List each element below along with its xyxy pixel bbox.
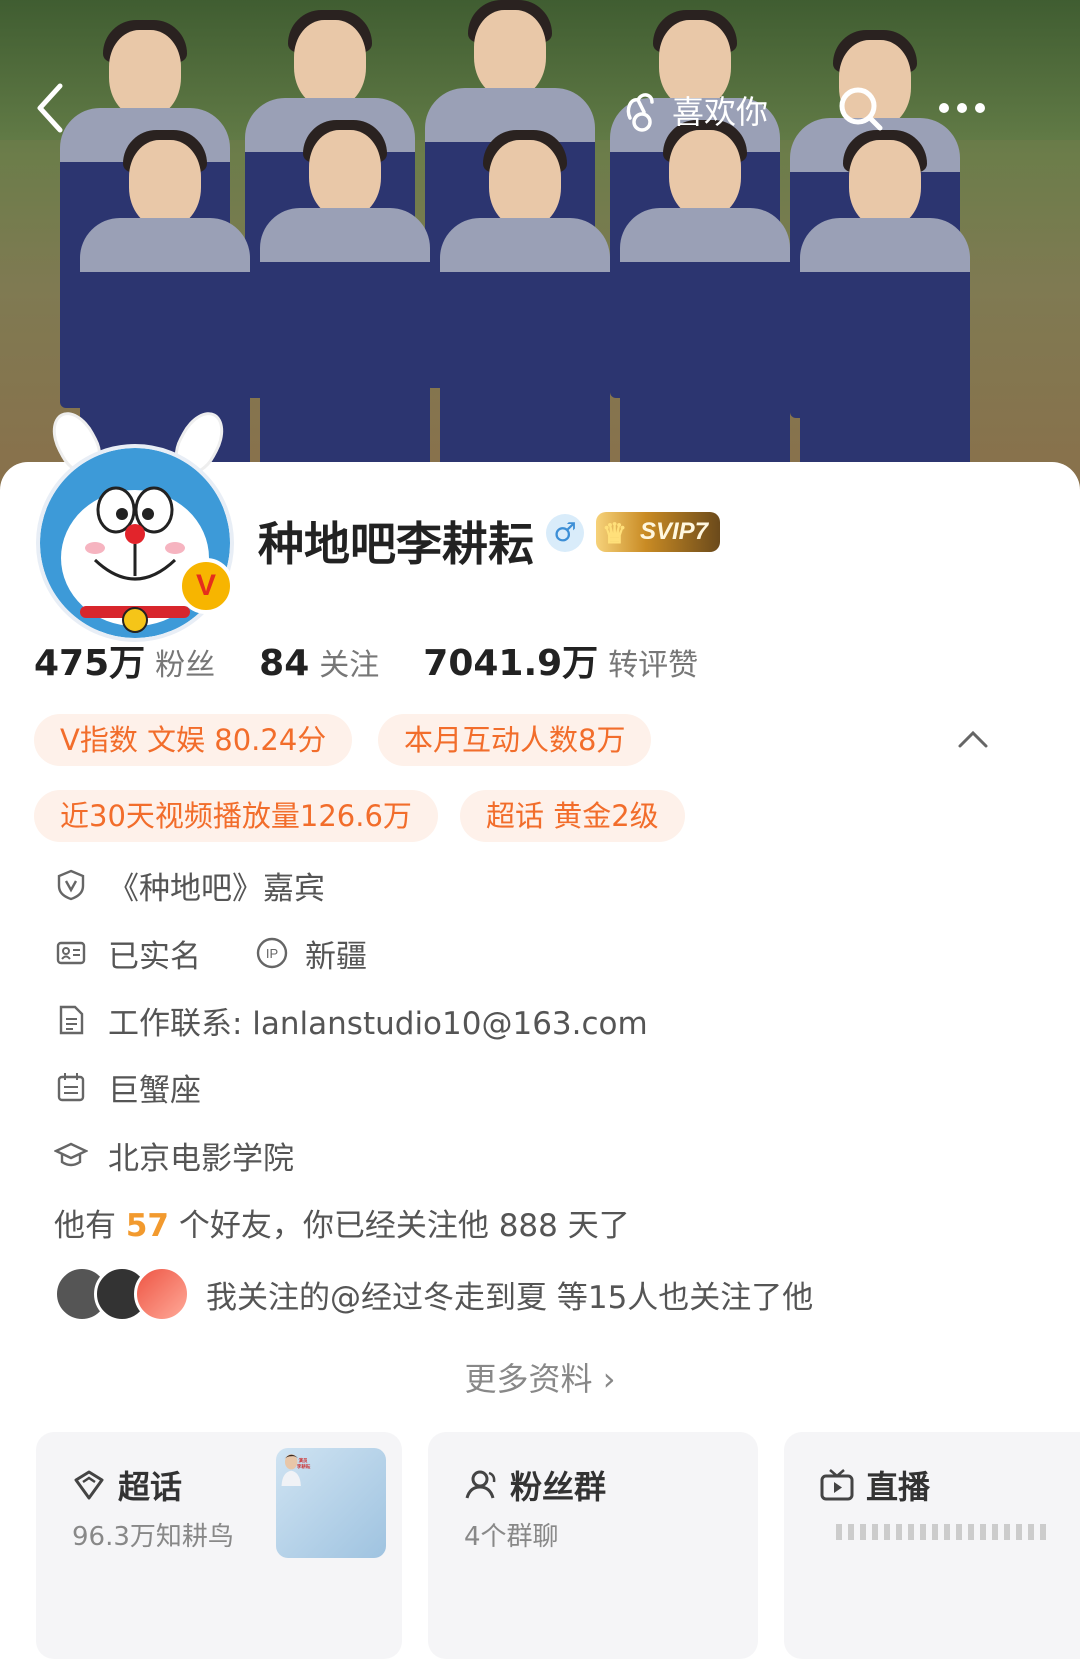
cover-person — [260, 120, 430, 510]
following-stat[interactable]: 84 关注 — [259, 640, 379, 684]
male-gender-icon: ♂ — [546, 514, 584, 552]
following-label: 关注 — [319, 648, 380, 683]
crown-icon: ♛ — [602, 518, 628, 549]
video-plays-tag[interactable]: 近30天视频播放量126.6万 — [34, 790, 438, 842]
chevron-left-icon — [37, 83, 63, 133]
guest-text: 《种地吧》嘉宾 — [108, 870, 325, 907]
chevron-right-icon: › — [602, 1360, 616, 1398]
graduation-cap-icon — [52, 1136, 90, 1174]
zodiac-row: 巨蟹座 — [52, 1062, 201, 1112]
group-icon — [465, 1470, 496, 1499]
school-row: 北京电影学院 — [52, 1130, 294, 1180]
svip-badge[interactable]: ♛ SVIP7 — [596, 512, 721, 552]
search-icon — [839, 87, 883, 131]
friends-prefix: 他有 — [54, 1208, 116, 1244]
super-topic-title: 超话 — [118, 1468, 183, 1506]
real-name-text: 已实名 — [108, 938, 201, 975]
zodiac-text: 巨蟹座 — [108, 1072, 201, 1109]
ip-icon: IP — [253, 934, 291, 972]
more-button[interactable] — [932, 78, 992, 155]
feature-cards: 超话 96.3万知耕鸟 演员 李耕耘 粉丝群 4个群聊 直播 — [0, 1432, 1080, 1659]
followers-count: 475万 — [34, 643, 146, 684]
verified-badge: V — [178, 558, 234, 614]
ip-location-text: 新疆 — [305, 938, 367, 975]
more-info-button[interactable]: 更多资料 › — [0, 1354, 1080, 1400]
more-icon — [939, 103, 985, 113]
collapse-button[interactable] — [956, 722, 990, 765]
followers-stat[interactable]: 475万 粉丝 — [34, 634, 215, 686]
like-label: 喜欢你 — [672, 93, 769, 131]
like-button[interactable]: 喜欢你 — [622, 80, 768, 140]
stats-row: 475万 粉丝 84 关注 7041.9万 转评赞 — [34, 634, 742, 686]
search-button[interactable] — [836, 78, 886, 155]
super-topic-icon — [74, 1470, 104, 1500]
engagement-count: 7041.9万 — [423, 643, 599, 684]
fan-group-title: 粉丝群 — [510, 1468, 607, 1506]
mutual-followers[interactable]: 我关注的@经过冬走到夏 等15人也关注了他 — [54, 1266, 813, 1322]
mutual-text: 我关注的@经过冬走到夏 等15人也关注了他 — [206, 1279, 814, 1316]
live-waveform — [836, 1524, 1046, 1540]
back-button[interactable] — [30, 78, 70, 155]
chevron-up-icon — [958, 730, 988, 748]
svip-label: SVIP7 — [640, 518, 709, 545]
ip-location: IP 新疆 — [253, 931, 367, 976]
super-topic-tag[interactable]: 超话 黄金2级 — [460, 790, 685, 842]
guest-info-row: 《种地吧》嘉宾 — [52, 860, 325, 910]
following-count: 84 — [259, 643, 310, 684]
super-topic-sub: 96.3万知耕鸟 — [72, 1522, 234, 1552]
hand-heart-icon — [626, 93, 654, 132]
interaction-tag[interactable]: 本月互动人数8万 — [378, 714, 652, 766]
live-card[interactable]: 直播 — [784, 1432, 1080, 1659]
identity-row: 已实名 IP 新疆 — [52, 928, 367, 978]
shield-v-icon — [52, 866, 90, 904]
school-text[interactable]: 北京电影学院 — [108, 1133, 294, 1178]
v-index-tag[interactable]: V指数 文娱 80.24分 — [34, 714, 353, 766]
mutual-avatar — [134, 1266, 190, 1322]
profile-name: 种地吧李耕耘 — [258, 517, 534, 571]
super-topic-thumbnail: 演员 李耕耘 — [276, 1448, 386, 1558]
more-info-label: 更多资料 — [464, 1360, 593, 1398]
svg-text:李耕耘: 李耕耘 — [296, 1463, 311, 1470]
id-card-icon — [52, 934, 90, 972]
svg-text:演员: 演员 — [298, 1457, 307, 1464]
super-topic-card[interactable]: 超话 96.3万知耕鸟 演员 李耕耘 — [36, 1432, 402, 1659]
friends-summary[interactable]: 他有 57 个好友，你已经关注他 888 天了 — [54, 1200, 630, 1245]
friends-suffix: 个好友，你已经关注他 888 天了 — [178, 1208, 630, 1244]
followers-label: 粉丝 — [155, 648, 216, 683]
contact-text[interactable]: 工作联系: lanlanstudio10@163.com — [108, 998, 648, 1043]
mutual-avatars — [54, 1266, 190, 1322]
friends-count: 57 — [125, 1208, 169, 1244]
fan-group-card[interactable]: 粉丝群 4个群聊 — [428, 1432, 758, 1659]
contact-row: 工作联系: lanlanstudio10@163.com — [52, 995, 648, 1045]
engagement-stat[interactable]: 7041.9万 转评赞 — [423, 634, 698, 686]
fan-group-sub: 4个群聊 — [464, 1522, 559, 1552]
engagement-label: 转评赞 — [608, 648, 699, 683]
svg-text:IP: IP — [266, 946, 278, 961]
document-icon — [52, 1001, 90, 1039]
cover-person — [620, 120, 790, 510]
calendar-icon — [52, 1068, 90, 1106]
live-tv-icon — [820, 1469, 854, 1501]
live-title: 直播 — [866, 1468, 931, 1506]
